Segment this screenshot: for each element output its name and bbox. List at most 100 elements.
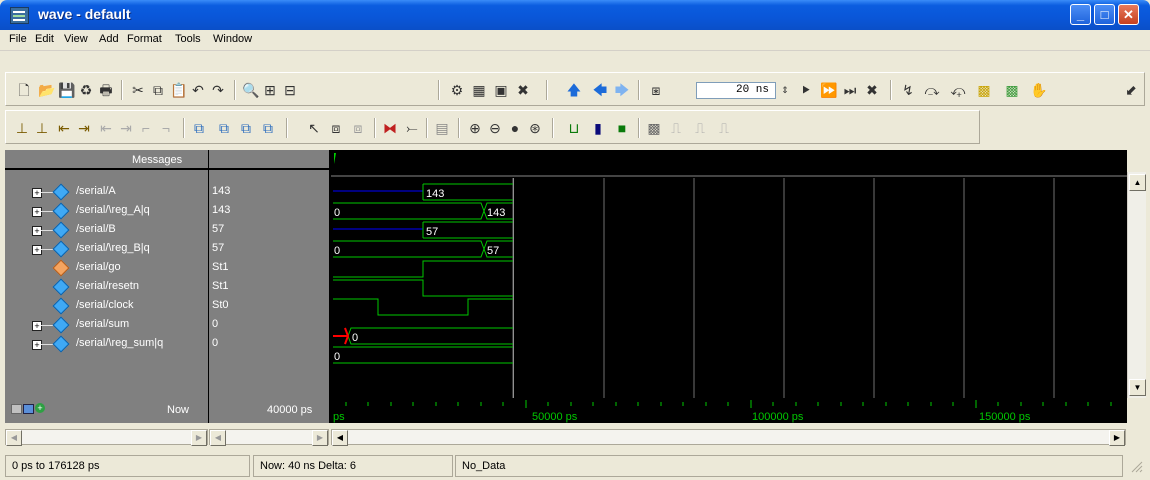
insert-cursor-icon[interactable]: ⊥ xyxy=(14,120,30,136)
bookmark-manage-icon[interactable]: ⧉ xyxy=(216,120,232,136)
falling-edge-icon[interactable]: ⌐ xyxy=(138,120,154,136)
step-over-icon[interactable]: ⤼ xyxy=(924,82,940,98)
signal-row[interactable]: + /serial/sum xyxy=(5,316,208,334)
wave-format-icon[interactable]: ▩ xyxy=(646,120,662,136)
continue-run-icon[interactable]: ⏩ xyxy=(820,82,837,98)
values-hscrollbar[interactable]: ◀ ▶ xyxy=(209,429,329,446)
expand-icon[interactable]: + xyxy=(32,188,42,198)
cursor-tools-icon[interactable]: + xyxy=(11,402,45,414)
arrow-right-icon[interactable]: 🡆 xyxy=(614,82,630,98)
cut-icon[interactable]: ✂ xyxy=(130,82,146,98)
performance-icon[interactable]: ▩ xyxy=(976,82,992,98)
menu-format[interactable]: Format xyxy=(127,33,162,45)
title-bar[interactable]: wave - default _ □ ✕ xyxy=(0,0,1150,30)
wave-style-line-icon[interactable]: ⊔ xyxy=(566,120,582,136)
menu-edit[interactable]: Edit xyxy=(35,33,54,45)
signal-row[interactable]: + /serial/B xyxy=(5,221,208,239)
memory-icon[interactable]: ▩ xyxy=(1004,82,1020,98)
run-length-spinner-icon[interactable]: ⇕ xyxy=(777,82,793,98)
edge-format-c-icon[interactable]: ⎍ xyxy=(716,120,732,136)
dataflow-icon[interactable]: ▣ xyxy=(493,82,509,98)
signal-row[interactable]: /serial/go xyxy=(5,259,208,277)
select-mode-icon[interactable]: ↖ xyxy=(306,120,322,136)
step-icon[interactable]: ↯ xyxy=(900,82,916,98)
zoom-full-icon[interactable]: ● xyxy=(507,120,523,136)
dataflow-trace-icon[interactable]: ⧓ xyxy=(382,120,398,136)
arrow-left-icon[interactable]: 🡄 xyxy=(592,82,608,98)
run-all-icon[interactable]: ⏭ xyxy=(842,82,858,98)
dock-icon[interactable]: ⬋ xyxy=(1123,82,1139,98)
signal-row[interactable]: + /serial/A xyxy=(5,183,208,201)
rising-edge-icon[interactable]: ¬ xyxy=(158,120,174,136)
find-icon[interactable]: 🔍 xyxy=(242,82,259,98)
menu-view[interactable]: View xyxy=(64,33,88,45)
previous-transition-icon[interactable]: ⇤ xyxy=(56,120,72,136)
wave-hscrollbar[interactable]: ◀ ▶ xyxy=(331,429,1126,446)
copy-icon[interactable]: ⧉ xyxy=(150,82,166,98)
names-hscrollbar[interactable]: ◀ ▶ xyxy=(5,429,208,446)
zoom-out-icon[interactable]: ⊖ xyxy=(487,120,503,136)
zoom-mode-icon[interactable]: ⧈ xyxy=(328,120,344,136)
waveform-canvas[interactable]: 143 0 143 57 0 57 0 0 ps 50000 ps 100000… xyxy=(331,150,1127,423)
delete-cursor-icon[interactable]: ⊥ xyxy=(34,120,50,136)
expand-icon[interactable]: + xyxy=(32,340,42,350)
close-button[interactable]: ✕ xyxy=(1118,4,1139,25)
run-length-field[interactable]: 20 ns xyxy=(696,82,776,99)
save-icon[interactable]: 💾 xyxy=(58,82,75,98)
edge-format-a-icon[interactable]: ⎍ xyxy=(668,120,684,136)
vertical-scrollbar[interactable]: ▲ ▼ xyxy=(1127,172,1146,398)
scroll-right-icon[interactable]: ▶ xyxy=(1109,430,1125,446)
break-icon[interactable]: ✖ xyxy=(515,82,531,98)
compare-icon[interactable]: ▤ xyxy=(434,120,450,136)
insert-divider-icon[interactable]: ⊞ xyxy=(262,82,278,98)
edit-mode-icon[interactable]: ⧈ xyxy=(350,120,366,136)
arrow-up-icon[interactable]: 🡅 xyxy=(566,82,582,98)
menu-file[interactable]: File xyxy=(9,33,27,45)
signal-row[interactable]: /serial/resetn xyxy=(5,278,208,296)
expand-icon[interactable]: + xyxy=(32,207,42,217)
signal-row[interactable]: + /serial/\reg_A|q xyxy=(5,202,208,220)
scroll-right-icon[interactable]: ▶ xyxy=(312,430,328,446)
step-out-icon[interactable]: ⤽ xyxy=(950,82,966,98)
signal-row[interactable]: + /serial/\reg_sum|q xyxy=(5,335,208,353)
trace-input-icon[interactable]: ⤚ xyxy=(404,120,420,136)
zoom-cursor-icon[interactable]: ⊛ xyxy=(527,120,543,136)
scroll-up-icon[interactable]: ▲ xyxy=(1129,174,1146,191)
bookmark-next-icon[interactable]: ⧉ xyxy=(260,120,276,136)
bookmark-add-icon[interactable]: ⧉ xyxy=(191,120,207,136)
wave-style-block-icon[interactable]: ■ xyxy=(614,120,630,136)
minimize-button[interactable]: _ xyxy=(1070,4,1091,25)
run-icon[interactable]: ⯈ xyxy=(798,82,814,98)
undo-icon[interactable]: ↶ xyxy=(190,82,206,98)
expand-icon[interactable]: + xyxy=(32,321,42,331)
simulate-icon[interactable]: ⚙ xyxy=(449,82,465,98)
hand-icon[interactable]: ✋ xyxy=(1030,82,1047,98)
paste-icon[interactable]: 📋 xyxy=(170,82,187,98)
group-icon[interactable]: ⊟ xyxy=(282,82,298,98)
menu-tools[interactable]: Tools xyxy=(175,33,201,45)
zoom-in-icon[interactable]: ⊕ xyxy=(467,120,483,136)
scroll-left-icon[interactable]: ◀ xyxy=(6,430,22,446)
signal-row[interactable]: + /serial/\reg_B|q xyxy=(5,240,208,258)
wave-style-fill-icon[interactable]: ▮ xyxy=(590,120,606,136)
previous-edge-icon[interactable]: ⇤ xyxy=(98,120,114,136)
bookmark-prev-icon[interactable]: ⧉ xyxy=(238,120,254,136)
resize-grip-icon[interactable] xyxy=(1129,459,1143,473)
scroll-left-icon[interactable]: ◀ xyxy=(210,430,226,446)
print-icon[interactable]: 🖶 xyxy=(98,82,114,98)
signal-row[interactable]: /serial/clock xyxy=(5,297,208,315)
next-edge-icon[interactable]: ⇥ xyxy=(118,120,134,136)
edge-format-b-icon[interactable]: ⎍ xyxy=(692,120,708,136)
next-transition-icon[interactable]: ⇥ xyxy=(76,120,92,136)
expand-icon[interactable]: + xyxy=(32,226,42,236)
run-length-icon[interactable]: ⧆ xyxy=(648,82,664,98)
open-folder-icon[interactable]: 📂 xyxy=(38,82,55,98)
new-file-icon[interactable]: 🗋 xyxy=(16,82,32,98)
maximize-button[interactable]: □ xyxy=(1094,4,1115,25)
scroll-right-icon[interactable]: ▶ xyxy=(191,430,207,446)
break-sim-icon[interactable]: ✖ xyxy=(864,82,880,98)
compile-icon[interactable]: ♻ xyxy=(78,82,94,98)
expand-icon[interactable]: + xyxy=(32,245,42,255)
redo-icon[interactable]: ↷ xyxy=(210,82,226,98)
list-icon[interactable]: ▦ xyxy=(471,82,487,98)
